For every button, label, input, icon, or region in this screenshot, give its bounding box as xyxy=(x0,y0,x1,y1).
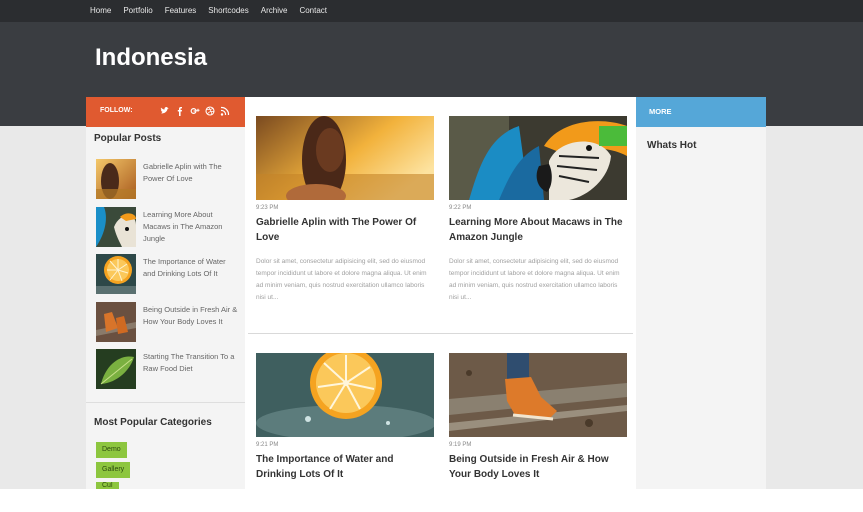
post-image[interactable] xyxy=(256,116,434,200)
whats-hot-heading: Whats Hot xyxy=(647,140,697,151)
nav-item-features[interactable]: Features xyxy=(165,0,197,22)
popular-post-title: Being Outside in Fresh Air & How Your Bo… xyxy=(143,305,238,326)
post-excerpt: Dolor sit amet, consectetur adipisicing … xyxy=(449,258,620,301)
popular-post-item[interactable]: Gabrielle Aplin with The Power Of Love xyxy=(96,159,241,201)
post-time: 9:22 PM xyxy=(449,205,472,211)
rss-icon[interactable] xyxy=(220,105,230,117)
post-time: 9:19 PM xyxy=(449,442,472,448)
dribbble-icon[interactable] xyxy=(205,105,215,117)
nav-item-archive[interactable]: Archive xyxy=(261,0,288,22)
nav-item-shortcodes[interactable]: Shortcodes xyxy=(208,0,248,22)
popular-posts-heading: Popular Posts xyxy=(94,133,162,144)
post-thumbnail xyxy=(96,349,136,389)
more-bar: MORE xyxy=(636,97,766,127)
post-time: 9:21 PM xyxy=(256,442,279,448)
more-label: MORE xyxy=(649,107,672,116)
post-image[interactable] xyxy=(449,353,627,437)
right-sidebar: Whats Hot xyxy=(636,127,766,489)
google-plus-icon[interactable] xyxy=(190,105,200,117)
popular-post-item[interactable]: The Importance of Water and Drinking Lot… xyxy=(96,254,241,296)
nav-menu: Home Portfolio Features Shortcodes Archi… xyxy=(90,0,339,22)
popular-post-item[interactable]: Starting The Transition To a Raw Food Di… xyxy=(96,349,241,391)
posts-divider xyxy=(248,333,633,334)
post-thumbnail xyxy=(96,254,136,294)
category-tag-demo[interactable]: Demo xyxy=(96,442,127,458)
post-title[interactable]: Being Outside in Fresh Air & How Your Bo… xyxy=(449,452,627,482)
post-thumbnail xyxy=(96,159,136,199)
site-title[interactable]: Indonesia xyxy=(95,44,207,72)
left-sidebar: Popular Posts Gabrielle Aplin with The P… xyxy=(86,127,245,489)
top-navigation: Home Portfolio Features Shortcodes Archi… xyxy=(0,0,863,22)
post-image[interactable] xyxy=(449,116,627,200)
nav-item-contact[interactable]: Contact xyxy=(299,0,327,22)
follow-bar: FOLLOW: xyxy=(86,97,245,127)
popular-post-item[interactable]: Being Outside in Fresh Air & How Your Bo… xyxy=(96,302,241,344)
post-excerpt: Dolor sit amet, consectetur adipisicing … xyxy=(256,258,427,301)
nav-item-home[interactable]: Home xyxy=(90,0,111,22)
follow-label: FOLLOW: xyxy=(100,107,133,114)
post-time: 9:23 PM xyxy=(256,205,279,211)
popular-post-title: Learning More About Macaws in The Amazon… xyxy=(143,210,223,243)
post-title[interactable]: The Importance of Water and Drinking Lot… xyxy=(256,452,434,482)
popular-post-title: The Importance of Water and Drinking Lot… xyxy=(143,257,226,278)
post-title[interactable]: Learning More About Macaws in The Amazon… xyxy=(449,215,627,245)
post-thumbnail xyxy=(96,302,136,342)
nav-item-portfolio[interactable]: Portfolio xyxy=(123,0,152,22)
popular-post-item[interactable]: Learning More About Macaws in The Amazon… xyxy=(96,207,241,249)
post-thumbnail xyxy=(96,207,136,247)
category-tag-gallery[interactable]: Gallery xyxy=(96,462,131,478)
post-image[interactable] xyxy=(256,353,434,437)
post-title[interactable]: Gabrielle Aplin with The Power Of Love xyxy=(256,215,434,245)
social-icons xyxy=(160,105,230,117)
main-content: 9:23 PM Gabrielle Aplin with The Power O… xyxy=(245,97,636,489)
popular-post-title: Gabrielle Aplin with The Power Of Love xyxy=(143,162,222,183)
twitter-icon[interactable] xyxy=(160,105,170,117)
sidebar-divider xyxy=(86,402,245,403)
category-tag-cul[interactable]: Cul xyxy=(96,482,119,489)
popular-post-title: Starting The Transition To a Raw Food Di… xyxy=(143,352,235,373)
facebook-icon[interactable] xyxy=(175,105,185,117)
categories-heading: Most Popular Categories xyxy=(94,417,212,428)
